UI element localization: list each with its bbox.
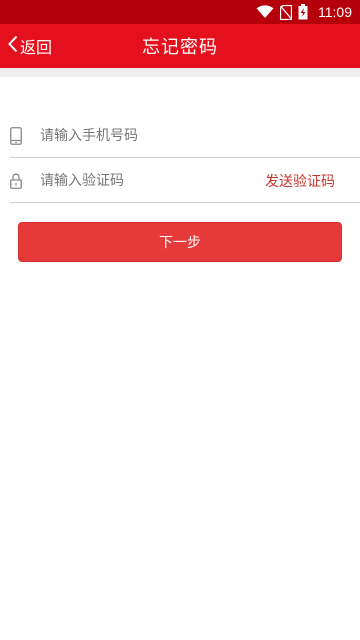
send-code-button[interactable]: 发送验证码: [265, 171, 335, 191]
app-bar: 返回 忘记密码: [0, 24, 360, 68]
wifi-icon: [256, 5, 274, 19]
next-button[interactable]: 下一步: [18, 222, 342, 262]
phone-row: [10, 114, 360, 158]
code-row: 发送验证码: [10, 159, 360, 203]
verification-code-input[interactable]: [40, 165, 265, 196]
back-label: 返回: [20, 38, 53, 57]
battery-charging-icon: [298, 4, 308, 20]
divider-band: [0, 68, 360, 77]
status-time: 11:09: [318, 4, 352, 20]
phone-icon: [10, 124, 34, 148]
chevron-left-icon: [8, 35, 18, 57]
status-bar: 11:09: [0, 0, 360, 24]
no-sim-icon: [280, 4, 292, 20]
page-title: 忘记密码: [142, 37, 218, 58]
phone-input[interactable]: [40, 120, 360, 151]
back-button[interactable]: 返回: [8, 24, 52, 68]
lock-icon: [10, 169, 34, 193]
